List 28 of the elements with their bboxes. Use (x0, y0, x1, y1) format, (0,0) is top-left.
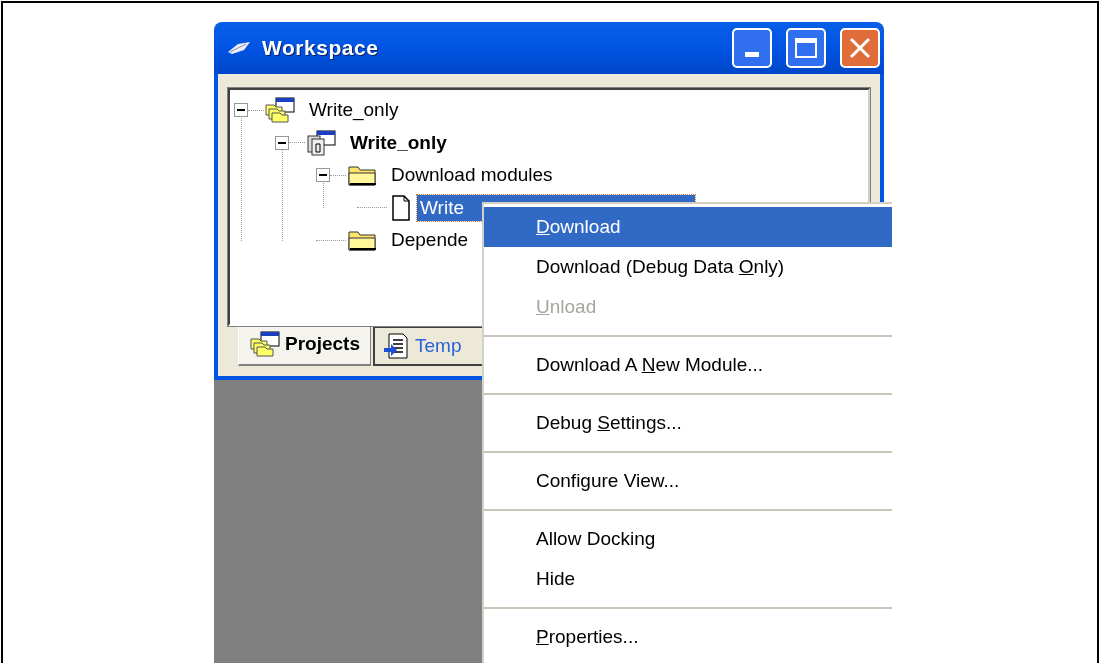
menu-item[interactable]: Configure View... (484, 461, 892, 501)
menu-item[interactable]: Hide (484, 559, 892, 599)
folders-window-icon (249, 331, 281, 357)
panel-tab[interactable]: Projects (238, 326, 371, 366)
document-stack-icon (305, 129, 337, 156)
close-button[interactable] (840, 28, 880, 68)
menu-item[interactable]: Allow Docking (484, 519, 892, 559)
menu-item[interactable]: Download (Debug Data Only) (484, 247, 892, 287)
minimize-button[interactable] (732, 28, 772, 68)
window-title: Workspace (262, 35, 379, 62)
collapse-toggle[interactable] (234, 103, 248, 118)
minimize-icon (745, 52, 759, 57)
menu-item[interactable]: Download (484, 207, 892, 247)
maximize-button[interactable] (786, 28, 826, 68)
collapse-toggle[interactable] (316, 168, 330, 183)
tree-item[interactable]: Depende (388, 227, 472, 254)
maximize-icon (795, 38, 817, 58)
collapse-toggle[interactable] (275, 135, 289, 150)
folders-window-icon (264, 97, 296, 124)
tree-item[interactable]: Download modules (388, 162, 556, 189)
document-arrow-icon (383, 333, 409, 359)
menu-item[interactable]: Properties... (484, 617, 892, 657)
menu-item[interactable]: Debug Settings... (484, 403, 892, 443)
tree-item[interactable]: Write_only (306, 97, 402, 124)
feather-icon (226, 40, 252, 56)
tree-item[interactable]: Write_only (347, 129, 450, 156)
page-icon (391, 194, 411, 221)
close-icon (849, 37, 871, 59)
